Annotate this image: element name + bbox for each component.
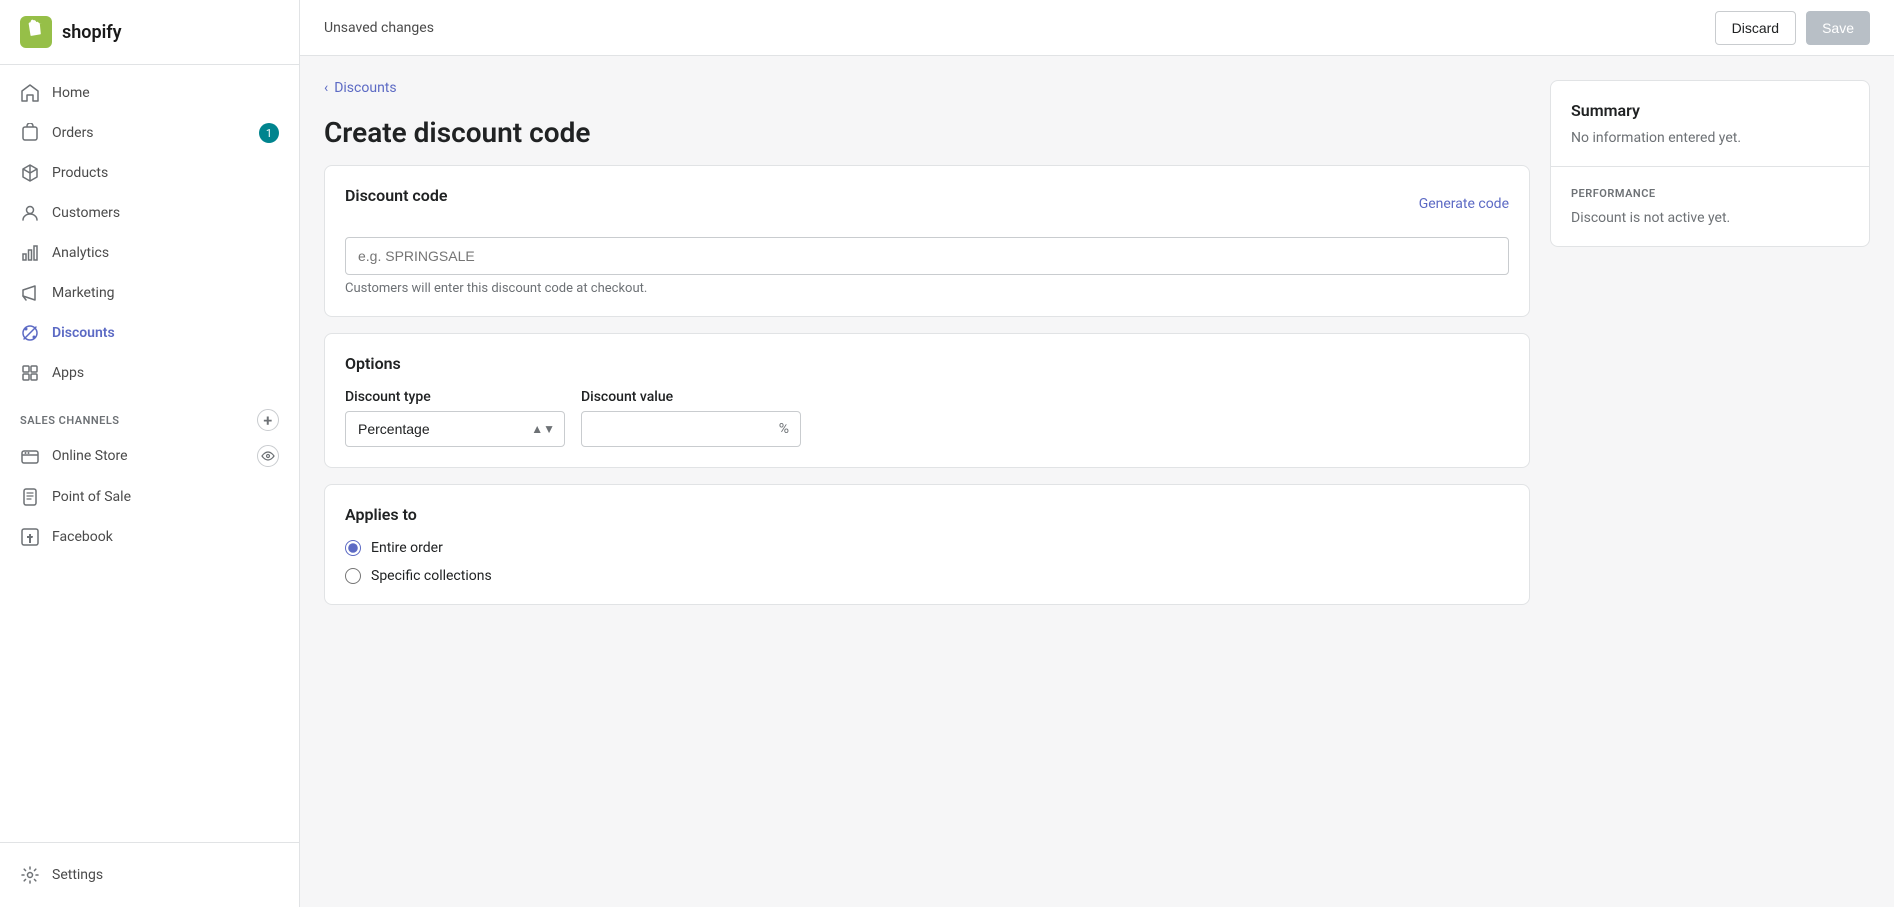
sidebar-item-discounts[interactable]: Discounts [0, 313, 299, 353]
online-store-preview-icon[interactable] [257, 445, 279, 467]
discount-value-group: Discount value % [581, 389, 801, 447]
discounts-icon [20, 323, 40, 343]
pos-label: Point of Sale [52, 489, 131, 505]
sidebar: shopify Home Orders 1 Products [0, 0, 300, 907]
facebook-icon [20, 527, 40, 547]
home-icon [20, 83, 40, 103]
topbar-actions: Discard Save [1715, 11, 1870, 45]
side-panel: Summary No information entered yet. PERF… [1550, 80, 1870, 247]
discount-type-select[interactable]: Percentage Fixed amount Free shipping Bu… [345, 411, 565, 447]
home-label: Home [52, 85, 90, 101]
options-card: Options Discount type Percentage Fixed a… [324, 333, 1530, 468]
entire-order-radio[interactable] [345, 540, 361, 556]
discount-code-hint: Customers will enter this discount code … [345, 281, 1509, 296]
breadcrumb-label: Discounts [334, 80, 396, 96]
specific-collections-label: Specific collections [371, 568, 492, 584]
performance-section: PERFORMANCE Discount is not active yet. [1551, 167, 1869, 246]
sidebar-item-home[interactable]: Home [0, 73, 299, 113]
sidebar-item-apps[interactable]: Apps [0, 353, 299, 393]
products-label: Products [52, 165, 108, 181]
generate-code-link[interactable]: Generate code [1419, 196, 1509, 212]
facebook-label: Facebook [52, 529, 113, 545]
summary-section: Summary No information entered yet. [1551, 81, 1869, 167]
summary-title: Summary [1571, 101, 1849, 120]
discard-button[interactable]: Discard [1715, 11, 1796, 45]
sidebar-item-orders[interactable]: Orders 1 [0, 113, 299, 153]
discount-value-input-wrapper: % [581, 411, 801, 447]
main-area: Unsaved changes Discard Save ‹ Discounts… [300, 0, 1894, 907]
breadcrumb[interactable]: ‹ Discounts [324, 80, 1530, 96]
performance-label: PERFORMANCE [1571, 187, 1849, 200]
specific-collections-radio[interactable] [345, 568, 361, 584]
topbar: Unsaved changes Discard Save [300, 0, 1894, 56]
pos-icon [20, 487, 40, 507]
content-area: ‹ Discounts Create discount code Discoun… [300, 56, 1894, 907]
sales-channels-section: SALES CHANNELS + [0, 393, 299, 435]
discount-value-label: Discount value [581, 389, 801, 405]
discount-code-card: Discount code Generate code Customers wi… [324, 165, 1530, 317]
orders-icon [20, 123, 40, 143]
sidebar-brand-name: shopify [62, 22, 122, 43]
sidebar-logo: shopify [0, 0, 299, 65]
orders-label: Orders [52, 125, 94, 141]
sidebar-item-products[interactable]: Products [0, 153, 299, 193]
options-card-title: Options [345, 354, 1509, 373]
summary-card: Summary No information entered yet. PERF… [1550, 80, 1870, 247]
sidebar-nav: Home Orders 1 Products Customers [0, 65, 299, 842]
settings-icon [20, 865, 40, 885]
discounts-label: Discounts [52, 325, 115, 341]
sidebar-item-facebook[interactable]: Facebook [0, 517, 299, 557]
options-grid: Discount type Percentage Fixed amount Fr… [345, 389, 1509, 447]
performance-empty: Discount is not active yet. [1571, 210, 1849, 226]
page-title: Create discount code [324, 116, 1530, 149]
sidebar-item-settings[interactable]: Settings [0, 855, 299, 895]
sidebar-item-analytics[interactable]: Analytics [0, 233, 299, 273]
online-store-icon [20, 446, 40, 466]
marketing-label: Marketing [52, 285, 115, 301]
discount-type-label: Discount type [345, 389, 565, 405]
entire-order-label: Entire order [371, 540, 443, 556]
sidebar-item-marketing[interactable]: Marketing [0, 273, 299, 313]
applies-specific-collections[interactable]: Specific collections [345, 568, 1509, 584]
discount-value-input[interactable] [581, 411, 801, 447]
customers-icon [20, 203, 40, 223]
analytics-label: Analytics [52, 245, 109, 261]
customers-label: Customers [52, 205, 120, 221]
online-store-label: Online Store [52, 448, 128, 464]
applies-to-radio-group: Entire order Specific collections [345, 540, 1509, 584]
settings-label: Settings [52, 867, 103, 883]
summary-empty: No information entered yet. [1571, 130, 1849, 146]
discount-type-select-wrapper: Percentage Fixed amount Free shipping Bu… [345, 411, 565, 447]
unsaved-changes-label: Unsaved changes [324, 20, 434, 36]
discount-code-card-header: Discount code Generate code [345, 186, 1509, 221]
sidebar-item-online-store[interactable]: Online Store [0, 435, 299, 477]
discount-code-card-title: Discount code [345, 186, 447, 205]
products-icon [20, 163, 40, 183]
sidebar-item-pos[interactable]: Point of Sale [0, 477, 299, 517]
apps-icon [20, 363, 40, 383]
discount-type-group: Discount type Percentage Fixed amount Fr… [345, 389, 565, 447]
add-sales-channel-button[interactable]: + [257, 409, 279, 431]
apps-label: Apps [52, 365, 84, 381]
save-button[interactable]: Save [1806, 11, 1870, 45]
discount-code-input[interactable] [345, 237, 1509, 275]
sidebar-item-customers[interactable]: Customers [0, 193, 299, 233]
analytics-icon [20, 243, 40, 263]
shopify-logo-icon [20, 16, 52, 48]
sidebar-bottom: Settings [0, 842, 299, 907]
marketing-icon [20, 283, 40, 303]
breadcrumb-chevron-icon: ‹ [324, 80, 328, 96]
main-content: ‹ Discounts Create discount code Discoun… [324, 80, 1530, 605]
orders-badge: 1 [259, 123, 279, 143]
applies-to-title: Applies to [345, 505, 1509, 524]
applies-to-card: Applies to Entire order Specific collect… [324, 484, 1530, 605]
applies-entire-order[interactable]: Entire order [345, 540, 1509, 556]
